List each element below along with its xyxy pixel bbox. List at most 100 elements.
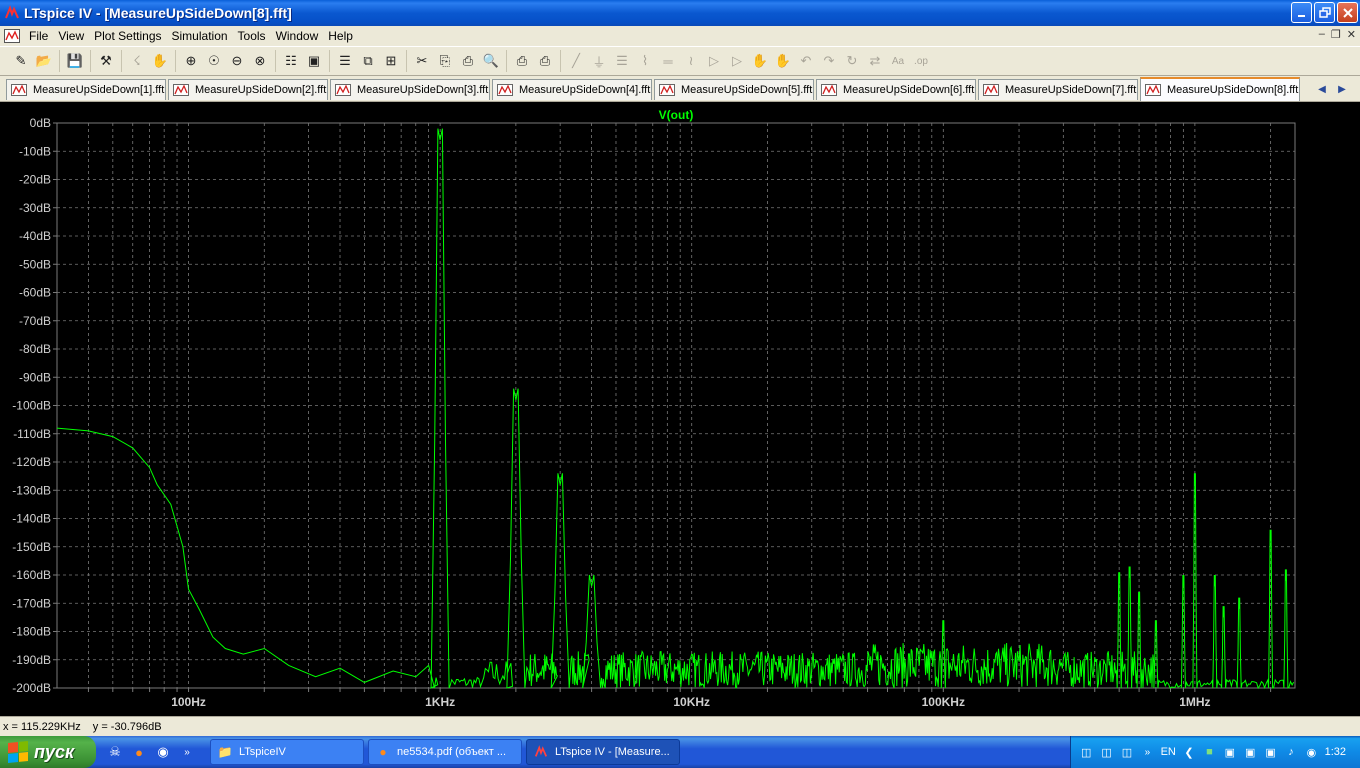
- x-tick-label: 1KHz: [425, 695, 455, 709]
- halt-icon[interactable]: ✋: [149, 50, 171, 72]
- tab-4[interactable]: MeasureUpSideDown[4].fft: [492, 79, 652, 100]
- tab-label: MeasureUpSideDown[6].fft: [843, 84, 975, 96]
- minimize-icon: [1297, 14, 1305, 17]
- quicklaunch-firefox-icon[interactable]: ●: [130, 743, 148, 761]
- y-tick-label: -50dB: [19, 257, 51, 271]
- rotate-icon[interactable]: ↻: [841, 50, 863, 72]
- mdi-restore-icon[interactable]: ❐: [1331, 28, 1341, 41]
- task-ltspice[interactable]: LTspice IV - [Measure...: [526, 739, 680, 765]
- tray-expand-icon[interactable]: »: [1140, 744, 1154, 760]
- capacitor-icon[interactable]: ═: [657, 50, 679, 72]
- close-button[interactable]: [1337, 2, 1358, 23]
- tray-security-icon[interactable]: ◉: [1304, 744, 1318, 760]
- resistor-icon[interactable]: ⌇: [634, 50, 656, 72]
- text-icon[interactable]: Aa: [887, 50, 909, 72]
- menu-bar: File View Plot Settings Simulation Tools…: [0, 26, 1360, 46]
- task-ltspiceiv-folder[interactable]: 📁 LTspiceIV: [210, 739, 364, 765]
- find-icon[interactable]: 🔍: [480, 50, 502, 72]
- menu-plot-settings[interactable]: Plot Settings: [89, 29, 166, 43]
- drag-icon[interactable]: ✋: [772, 50, 794, 72]
- ltspice-window: LTspice IV - [MeasureUpSideDown[8].fft] …: [0, 0, 1360, 768]
- tray-volume-icon[interactable]: ♪: [1284, 744, 1298, 760]
- label-icon[interactable]: ☰: [611, 50, 633, 72]
- y-tick-label: -90dB: [19, 370, 51, 384]
- schematic-icon[interactable]: ✎: [10, 50, 32, 72]
- tab-1[interactable]: MeasureUpSideDown[1].fft: [6, 79, 166, 100]
- menu-tools[interactable]: Tools: [233, 29, 271, 43]
- quicklaunch-expand-icon[interactable]: »: [178, 743, 196, 761]
- tray-monitor-icon-1[interactable]: ▣: [1223, 744, 1237, 760]
- ground-icon[interactable]: ⏚: [588, 50, 610, 72]
- menu-file[interactable]: File: [24, 29, 53, 43]
- paste-icon[interactable]: ⎙: [457, 50, 479, 72]
- move-icon[interactable]: ✋: [749, 50, 771, 72]
- y-tick-label: -150dB: [12, 540, 51, 554]
- plot-tab-icon: [983, 84, 999, 96]
- tray-icon-green[interactable]: ■: [1202, 744, 1216, 760]
- task-firefox-pdf[interactable]: ● ne5534.pdf (объект ...: [368, 739, 522, 765]
- trace-label-vout: V(out): [659, 108, 694, 122]
- run-icon[interactable]: ☇: [126, 50, 148, 72]
- print-setup-icon[interactable]: ⎙: [511, 50, 533, 72]
- restore-button[interactable]: [1314, 2, 1335, 23]
- autorange-icon[interactable]: ☷: [280, 50, 302, 72]
- menu-simulation[interactable]: Simulation: [167, 29, 233, 43]
- y-tick-label: -30dB: [19, 201, 51, 215]
- diode-icon[interactable]: ▷: [703, 50, 725, 72]
- zoom-area-icon[interactable]: ☉: [203, 50, 225, 72]
- redo-icon[interactable]: ↷: [818, 50, 840, 72]
- tab-3[interactable]: MeasureUpSideDown[3].fft: [330, 79, 490, 100]
- tray-monitor-icon-2[interactable]: ▣: [1243, 744, 1257, 760]
- tab-8[interactable]: MeasureUpSideDown[8].fft: [1140, 77, 1300, 101]
- quicklaunch-app-icon[interactable]: ☠: [106, 743, 124, 761]
- ltspice-app-icon: [5, 5, 19, 19]
- tray-app-icon-2[interactable]: ◫: [1099, 744, 1113, 760]
- tab-6[interactable]: MeasureUpSideDown[6].fft: [816, 79, 976, 100]
- language-indicator[interactable]: EN: [1161, 746, 1176, 758]
- tab-scroll-right-icon[interactable]: ▶: [1334, 81, 1350, 97]
- tab-label: MeasureUpSideDown[4].fft: [519, 84, 651, 96]
- control-panel-icon[interactable]: ⚒: [95, 50, 117, 72]
- fft-chart[interactable]: 0dB -10dB -20dB -30dB -40dB -50dB -60dB -70dB -8…: [0, 102, 1360, 716]
- save-icon[interactable]: 💾: [64, 50, 86, 72]
- plot-document-icon[interactable]: [4, 29, 20, 43]
- start-button[interactable]: пуск: [0, 736, 96, 768]
- tray-app-icon-1[interactable]: ◫: [1079, 744, 1093, 760]
- wire-icon[interactable]: ╱: [565, 50, 587, 72]
- tab-2[interactable]: MeasureUpSideDown[2].fft: [168, 79, 328, 100]
- cascade-icon[interactable]: ⧉: [357, 50, 379, 72]
- tray-network-icon[interactable]: ◫: [1120, 744, 1134, 760]
- tray-monitor-icon-3[interactable]: ▣: [1263, 744, 1277, 760]
- mdi-minimize-icon[interactable]: –: [1319, 28, 1325, 41]
- toolbar-group: ☇ ✋: [121, 50, 175, 72]
- tab-scroll-left-icon[interactable]: ◀: [1314, 81, 1330, 97]
- mdi-close-icon[interactable]: ✕: [1347, 28, 1356, 41]
- zoom-in-icon[interactable]: ⊕: [180, 50, 202, 72]
- tab-7[interactable]: MeasureUpSideDown[7].fft: [978, 79, 1138, 100]
- menu-view[interactable]: View: [53, 29, 89, 43]
- component-icon[interactable]: ▷: [726, 50, 748, 72]
- menu-help[interactable]: Help: [323, 29, 358, 43]
- print-icon[interactable]: ⎙: [534, 50, 556, 72]
- quicklaunch-browser-icon[interactable]: ◉: [154, 743, 172, 761]
- menu-window[interactable]: Window: [271, 29, 324, 43]
- zoom-fit-icon[interactable]: ▣: [303, 50, 325, 72]
- minimize-button[interactable]: [1291, 2, 1312, 23]
- tray-collapse-icon[interactable]: ❮: [1182, 744, 1196, 760]
- mirror-icon[interactable]: ⇄: [864, 50, 886, 72]
- zoom-cancel-icon[interactable]: ⊗: [249, 50, 271, 72]
- zoom-out-icon[interactable]: ⊖: [226, 50, 248, 72]
- tab-5[interactable]: MeasureUpSideDown[5].fft: [654, 79, 814, 100]
- cut-icon[interactable]: ✂: [411, 50, 433, 72]
- undo-icon[interactable]: ↶: [795, 50, 817, 72]
- folder-icon: 📁: [217, 745, 233, 759]
- open-icon[interactable]: 📂: [33, 50, 55, 72]
- copy-icon[interactable]: ⎘: [434, 50, 456, 72]
- title-bar[interactable]: LTspice IV - [MeasureUpSideDown[8].fft]: [0, 0, 1360, 26]
- waveform-plot[interactable]: 0dB -10dB -20dB -30dB -40dB -50dB -60dB -70dB -8…: [0, 102, 1360, 716]
- spice-directive-icon[interactable]: .op: [910, 50, 932, 72]
- toolbar-group: ⎙ ⎙: [506, 50, 560, 72]
- tile-horizontal-icon[interactable]: ☰: [334, 50, 356, 72]
- tile-icon[interactable]: ⊞: [380, 50, 402, 72]
- inductor-icon[interactable]: ≀: [680, 50, 702, 72]
